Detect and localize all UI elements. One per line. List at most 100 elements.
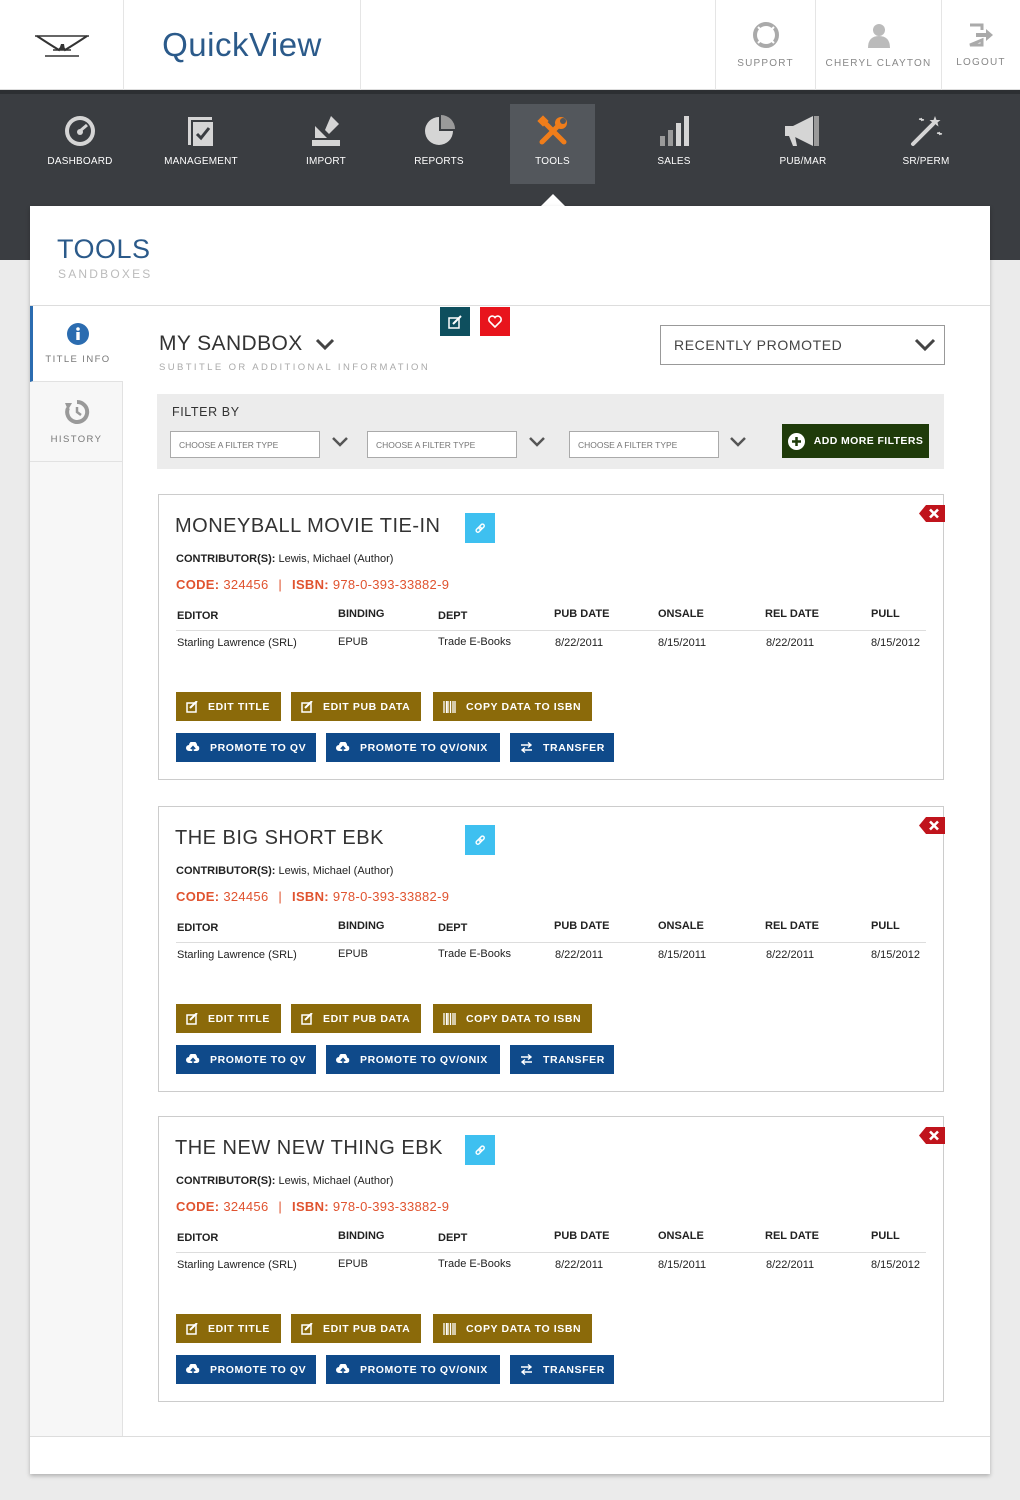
nav-label: SR/PERM	[902, 156, 950, 167]
logout-button[interactable]: LOGOUT	[941, 0, 1020, 90]
promote-to-qv-onix-label: PROMOTE TO QV/ONIX	[360, 1053, 488, 1066]
code-separator: |	[278, 577, 283, 592]
remove-card-button[interactable]	[919, 1127, 945, 1149]
transfer-label: TRANSFER	[543, 1053, 605, 1066]
transfer-button[interactable]: TRANSFER	[510, 1045, 614, 1074]
filter-type-input-3[interactable]	[569, 431, 719, 458]
support-button[interactable]: SUPPORT	[715, 0, 815, 90]
cell-binding: EPUB	[338, 636, 368, 648]
nav-item-dashboard[interactable]: DASHBOARD	[38, 104, 122, 184]
code-value: 324456	[223, 577, 269, 592]
chevron-down-icon	[914, 338, 936, 352]
column-header-dept: DEPT	[438, 1232, 468, 1244]
import-icon	[312, 116, 340, 146]
promote-to-qv-onix-button[interactable]: PROMOTE TO QV/ONIX	[326, 1355, 500, 1384]
edit-pub-data-button[interactable]: EDIT PUB DATA	[291, 1004, 421, 1033]
nav-label: DASHBOARD	[47, 156, 113, 167]
transfer-label: TRANSFER	[543, 741, 605, 754]
history-icon	[64, 399, 89, 424]
transfer-button[interactable]: TRANSFER	[510, 733, 614, 762]
promote-to-qv-label: PROMOTE TO QV	[210, 1053, 307, 1066]
column-header-editor: EDITOR	[177, 610, 219, 622]
cloud-upload-icon	[336, 1363, 350, 1375]
filter-type-input-2[interactable]	[367, 431, 517, 458]
copy-data-to-isbn-button[interactable]: COPY DATA TO ISBN	[433, 1004, 592, 1033]
nav-item-reports[interactable]: REPORTS	[400, 104, 478, 184]
add-more-filters-button[interactable]: ADD MORE FILTERS	[782, 424, 929, 458]
transfer-button[interactable]: TRANSFER	[510, 1355, 614, 1384]
edit-title-label: EDIT TITLE	[208, 1012, 270, 1025]
chevron-down-icon[interactable]	[528, 436, 546, 448]
cell-pub-date: 8/22/2011	[555, 637, 604, 649]
favorite-sandbox-button[interactable]	[480, 307, 510, 336]
user-menu[interactable]: CHERYL CLAYTON	[815, 0, 941, 90]
chevron-down-icon[interactable]	[729, 436, 747, 448]
nav-item-srperm[interactable]: SR/PERM	[890, 104, 962, 184]
edit-icon	[186, 700, 198, 713]
edit-title-button[interactable]: EDIT TITLE	[176, 1004, 281, 1033]
edit-icon	[301, 1012, 313, 1025]
sort-select[interactable]: RECENTLY PROMOTED	[660, 325, 945, 365]
edit-pub-data-label: EDIT PUB DATA	[323, 700, 411, 713]
sidebar: TITLE INFO HISTORY	[30, 306, 123, 1436]
isbn-label: ISBN:	[292, 1199, 329, 1214]
link-button[interactable]	[465, 1135, 495, 1165]
logo[interactable]	[0, 0, 124, 90]
remove-card-button[interactable]	[919, 505, 945, 527]
promote-to-qv-onix-label: PROMOTE TO QV/ONIX	[360, 741, 488, 754]
nav-item-sales[interactable]: SALES	[640, 104, 708, 184]
column-header-binding: BINDING	[338, 1230, 385, 1242]
edit-pub-data-button[interactable]: EDIT PUB DATA	[291, 1314, 421, 1343]
edit-pub-data-button[interactable]: EDIT PUB DATA	[291, 692, 421, 721]
edit-title-button[interactable]: EDIT TITLE	[176, 692, 281, 721]
chevron-down-icon[interactable]	[331, 436, 349, 448]
cell-editor: Starling Lawrence (SRL)	[177, 949, 297, 961]
link-button[interactable]	[465, 513, 495, 543]
link-icon	[475, 1145, 485, 1155]
sidebar-item-history[interactable]: HISTORY	[30, 382, 123, 462]
code-value: 324456	[223, 889, 269, 904]
promote-to-qv-onix-button[interactable]: PROMOTE TO QV/ONIX	[326, 1045, 500, 1074]
contributors: CONTRIBUTOR(S): Lewis, Michael (Author)	[176, 865, 393, 877]
nav-item-tools[interactable]: TOOLS	[510, 104, 595, 184]
nav-item-management[interactable]: MANAGEMENT	[158, 104, 244, 184]
isbn-value: 978-0-393-33882-9	[332, 1199, 450, 1214]
edit-sandbox-button[interactable]	[440, 307, 470, 336]
cell-pub-date: 8/22/2011	[555, 949, 604, 961]
cell-dept: Trade E-Books	[438, 1258, 511, 1270]
bird-logo-icon	[34, 35, 89, 57]
link-icon	[475, 835, 485, 845]
barcode-icon	[443, 1322, 456, 1335]
cell-onsale: 8/15/2011	[658, 637, 707, 649]
sidebar-item-title-info[interactable]: TITLE INFO	[30, 306, 123, 382]
nav-label: IMPORT	[306, 156, 346, 167]
code-value: 324456	[223, 1199, 269, 1214]
page-subtitle: SANDBOXES	[58, 267, 153, 281]
sales-icon	[660, 116, 689, 146]
transfer-label: TRANSFER	[543, 1363, 605, 1376]
copy-data-to-isbn-button[interactable]: COPY DATA TO ISBN	[433, 692, 592, 721]
copy-data-to-isbn-button[interactable]: COPY DATA TO ISBN	[433, 1314, 592, 1343]
title-card: THE NEW NEW THING EBK CONTRIBUTOR(S): Le…	[158, 1116, 945, 1402]
filter-type-input-1[interactable]	[170, 431, 320, 458]
promote-to-qv-button[interactable]: PROMOTE TO QV	[176, 1045, 316, 1074]
promote-to-qv-onix-button[interactable]: PROMOTE TO QV/ONIX	[326, 733, 500, 762]
cell-pull: 8/15/2012	[871, 949, 920, 961]
code-separator: |	[278, 1199, 283, 1214]
sidebar-item-label: HISTORY	[50, 433, 103, 445]
column-header-onsale: ONSALE	[658, 608, 704, 620]
cell-onsale: 8/15/2011	[658, 1259, 707, 1271]
link-button[interactable]	[465, 825, 495, 855]
codes-line: CODE: 324456 | ISBN: 978-0-393-33882-9	[176, 889, 449, 904]
edit-title-button[interactable]: EDIT TITLE	[176, 1314, 281, 1343]
logout-label: LOGOUT	[956, 56, 1006, 68]
promote-to-qv-button[interactable]: PROMOTE TO QV	[176, 1355, 316, 1384]
remove-card-button[interactable]	[919, 817, 945, 839]
sandbox-selector[interactable]: MY SANDBOX	[159, 332, 335, 356]
nav-item-import[interactable]: IMPORT	[290, 104, 362, 184]
column-header-dept: DEPT	[438, 610, 468, 622]
cloud-upload-icon	[186, 741, 200, 753]
nav-item-pubmar[interactable]: PUB/MAR	[766, 104, 840, 184]
promote-to-qv-button[interactable]: PROMOTE TO QV	[176, 733, 316, 762]
transfer-icon	[520, 1054, 533, 1065]
